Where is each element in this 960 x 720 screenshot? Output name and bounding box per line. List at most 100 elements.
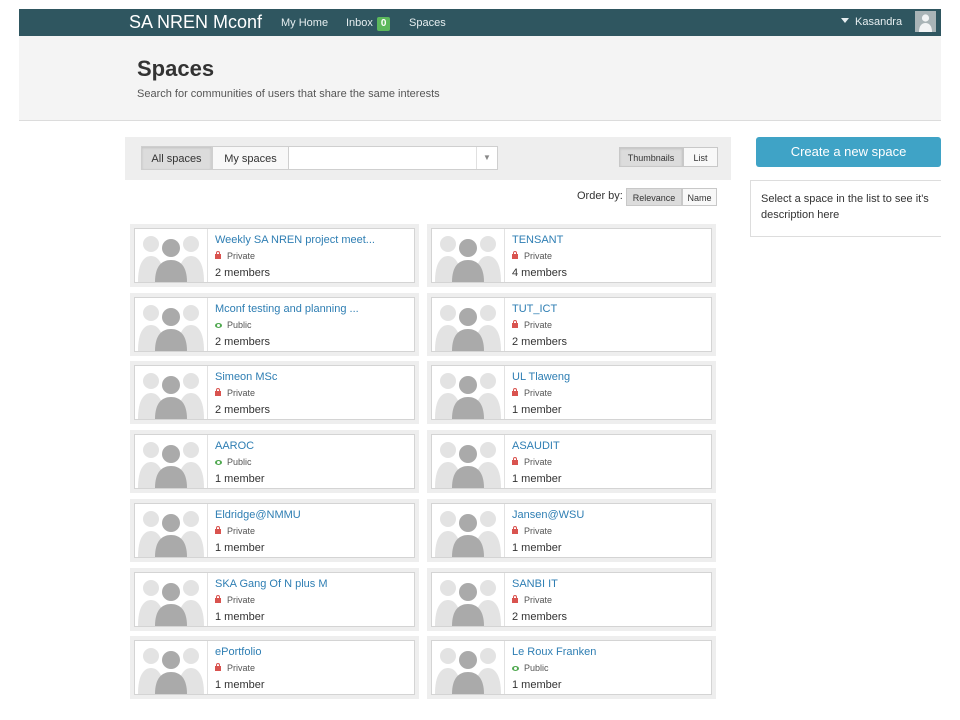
- space-name-link[interactable]: TUT_ICT: [512, 303, 557, 315]
- space-visibility-label: Private: [524, 457, 553, 468]
- space-card-body: SANBI IT Private 2 members: [431, 571, 712, 627]
- filter-bar: All spaces My spaces ▼ Thumbnails List: [125, 137, 731, 180]
- space-member-count: 1 member: [512, 473, 562, 486]
- lock-icon: [512, 525, 518, 534]
- list-view-button[interactable]: List: [683, 147, 718, 167]
- order-relevance-button[interactable]: Relevance: [626, 188, 682, 206]
- page-header: Spaces Search for communities of users t…: [19, 36, 941, 121]
- space-member-count: 2 members: [512, 610, 568, 623]
- space-search-select[interactable]: ▼: [288, 146, 498, 170]
- user-menu[interactable]: Kasandra: [841, 16, 902, 28]
- space-card-body: ePortfolio Private 1 member: [134, 640, 415, 696]
- space-card[interactable]: SKA Gang Of N plus M Private 1 member: [130, 567, 419, 631]
- space-visibility: Private: [215, 251, 255, 261]
- lock-icon: [215, 594, 221, 603]
- space-card[interactable]: Le Roux Franken Public 1 member: [427, 636, 716, 700]
- space-visibility-label: Public: [227, 457, 252, 468]
- create-space-button[interactable]: Create a new space: [756, 137, 941, 167]
- space-name-link[interactable]: Simeon MSc: [215, 371, 277, 383]
- page-subtitle: Search for communities of users that sha…: [137, 88, 440, 100]
- space-thumbnail-users-icon: [135, 229, 208, 282]
- space-name-link[interactable]: Weekly SA NREN project meet...: [215, 234, 375, 246]
- space-card[interactable]: TENSANT Private 4 members: [427, 224, 716, 287]
- space-card[interactable]: Jansen@WSU Private 1 member: [427, 498, 716, 562]
- space-member-count: 1 member: [215, 679, 265, 692]
- space-member-count: 1 member: [512, 404, 562, 417]
- space-member-count: 4 members: [512, 267, 568, 279]
- top-navbar: SA NREN Mconf My Home Inbox 0 Spaces Kasa…: [19, 9, 941, 36]
- space-name-link[interactable]: Le Roux Franken: [512, 646, 596, 658]
- avatar[interactable]: [915, 11, 936, 32]
- space-name-link[interactable]: ePortfolio: [215, 646, 261, 658]
- page-title: Spaces: [137, 56, 215, 81]
- lock-icon: [215, 525, 221, 534]
- space-member-count: 2 members: [215, 267, 271, 279]
- space-visibility: Public: [512, 663, 549, 673]
- order-name-button[interactable]: Name: [682, 188, 717, 206]
- thumbnails-view-button[interactable]: Thumbnails: [619, 147, 683, 167]
- space-card[interactable]: ASAUDIT Private 1 member: [427, 430, 716, 494]
- space-visibility-label: Private: [227, 663, 256, 674]
- space-member-count: 2 members: [215, 335, 271, 348]
- inbox-count-badge: 0: [376, 17, 391, 31]
- all-spaces-button[interactable]: All spaces: [141, 146, 212, 170]
- space-name-link[interactable]: Eldridge@NMMU: [215, 509, 301, 521]
- order-by-label: Order by:: [577, 190, 623, 202]
- space-visibility-label: Public: [227, 319, 252, 330]
- lock-icon: [215, 388, 221, 397]
- lock-icon: [512, 388, 518, 397]
- space-thumbnail-users-icon: [432, 503, 505, 557]
- space-name-link[interactable]: TENSANT: [512, 234, 563, 246]
- space-card-body: Mconf testing and planning ... Public 2 me…: [134, 296, 415, 352]
- space-card[interactable]: UL Tlaweng Private 1 member: [427, 361, 716, 425]
- space-member-count: 2 members: [512, 335, 568, 348]
- space-member-count: 1 member: [215, 541, 265, 554]
- chevron-down-icon[interactable]: ▼: [476, 147, 497, 169]
- space-card-body: AAROC Public 1 member: [134, 434, 415, 490]
- space-visibility: Private: [512, 319, 553, 330]
- space-thumbnail-users-icon: [135, 366, 208, 420]
- my-spaces-button[interactable]: My spaces: [212, 146, 289, 170]
- space-thumbnail-users-icon: [135, 572, 208, 626]
- space-name-link[interactable]: ASAUDIT: [512, 440, 560, 452]
- space-member-count: 1 member: [512, 679, 562, 692]
- space-visibility: Private: [215, 663, 255, 673]
- space-card[interactable]: Eldridge@NMMU Private 1 member: [130, 498, 419, 562]
- space-name-link[interactable]: SKA Gang Of N plus M: [215, 578, 328, 590]
- space-visibility-label: Private: [227, 525, 256, 536]
- nav-my-home[interactable]: My Home: [281, 17, 328, 29]
- space-visibility: Private: [512, 457, 552, 467]
- space-member-count: 1 member: [512, 541, 562, 554]
- space-visibility-label: Private: [524, 319, 553, 330]
- nav-inbox[interactable]: Inbox 0: [346, 17, 391, 31]
- space-card[interactable]: Mconf testing and planning ... Public 2 me…: [130, 292, 419, 356]
- space-card-body: UL Tlaweng Private 1 member: [431, 365, 712, 421]
- space-card-body: ASAUDIT Private 1 member: [431, 434, 712, 490]
- space-card[interactable]: Simeon MSc Private 2 members: [130, 361, 419, 425]
- user-name: Kasandra: [855, 16, 903, 28]
- space-visibility-label: Private: [227, 594, 256, 605]
- nav-spaces[interactable]: Spaces: [409, 17, 446, 29]
- space-card[interactable]: AAROC Public 1 member: [130, 430, 419, 494]
- space-name-link[interactable]: Mconf testing and planning ...: [215, 303, 359, 315]
- space-card[interactable]: ePortfolio Private 1 member: [130, 636, 419, 700]
- lock-icon: [215, 663, 221, 672]
- space-thumbnail-users-icon: [432, 435, 505, 489]
- space-name-link[interactable]: UL Tlaweng: [512, 371, 570, 383]
- eye-icon: [215, 322, 222, 328]
- lock-icon: [215, 251, 221, 259]
- space-name-link[interactable]: Jansen@WSU: [512, 509, 584, 521]
- space-card[interactable]: Weekly SA NREN project meet... Private 2 m…: [130, 224, 419, 287]
- space-card[interactable]: TUT_ICT Private 2 members: [427, 292, 716, 356]
- space-name-link[interactable]: AAROC: [215, 440, 254, 452]
- space-card-body: Le Roux Franken Public 1 member: [431, 640, 712, 696]
- space-thumbnail-users-icon: [135, 641, 208, 695]
- space-card-body: SKA Gang Of N plus M Private 1 member: [134, 571, 415, 627]
- lock-icon: [512, 594, 518, 603]
- lock-icon: [512, 457, 518, 466]
- space-card[interactable]: SANBI IT Private 2 members: [427, 567, 716, 631]
- space-thumbnail-users-icon: [432, 366, 505, 420]
- brand-logo[interactable]: SA NREN Mconf: [129, 12, 262, 33]
- space-visibility: Private: [512, 525, 552, 536]
- space-name-link[interactable]: SANBI IT: [512, 578, 558, 590]
